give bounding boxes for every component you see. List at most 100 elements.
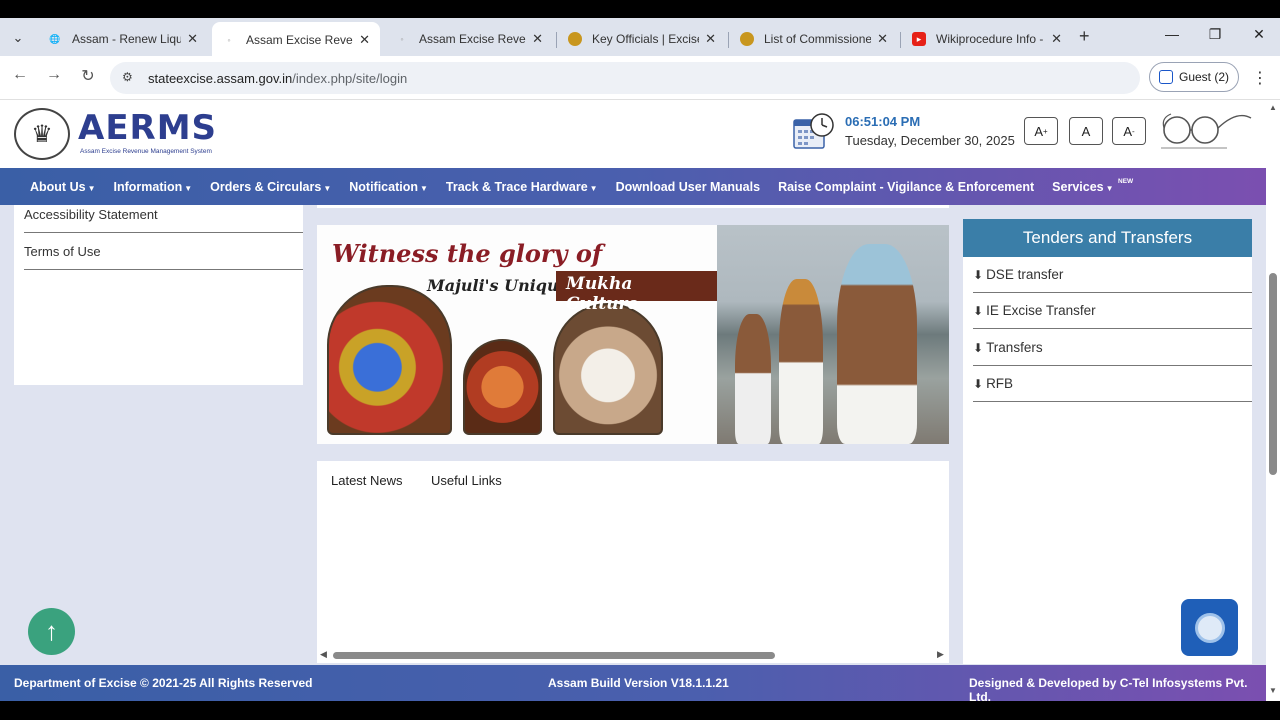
close-icon[interactable]: ✕ bbox=[359, 32, 370, 48]
tab-search-chevron-icon[interactable]: ⌄ bbox=[6, 26, 30, 50]
nav-download-user-manuals[interactable]: Download User Manuals bbox=[616, 180, 760, 194]
footer-developer: Designed & Developed by C-Tel Infosystem… bbox=[969, 676, 1248, 704]
news-panel: Latest News Useful Links bbox=[317, 461, 949, 663]
vertical-scroll-thumb[interactable] bbox=[1269, 273, 1277, 475]
banner-title-line3: Mukha Culture bbox=[556, 271, 717, 314]
nav-notification[interactable]: Notification ▼ bbox=[349, 180, 428, 194]
tab-assam-excise-active[interactable]: ◦ Assam Excise Revenue ✕ bbox=[212, 22, 380, 58]
performer-figure bbox=[735, 314, 771, 444]
scroll-down-icon[interactable]: ▼ bbox=[1269, 686, 1277, 695]
link-accessibility-statement[interactable]: Accessibility Statement bbox=[24, 207, 303, 233]
tab-wikiprocedure[interactable]: ▸ Wikiprocedure Info - ✕ bbox=[902, 22, 1072, 56]
left-links-panel: Accessibility Statement Terms of Use bbox=[14, 205, 303, 385]
close-icon[interactable]: ✕ bbox=[877, 31, 888, 47]
close-icon[interactable]: ✕ bbox=[187, 31, 198, 47]
caret-down-icon: ▼ bbox=[420, 183, 428, 193]
nav-information[interactable]: Information ▼ bbox=[113, 180, 192, 194]
caret-down-icon: ▼ bbox=[1105, 183, 1114, 193]
download-icon: ⬇ bbox=[973, 377, 984, 391]
restore-icon[interactable]: ❐ bbox=[1203, 26, 1227, 43]
scroll-left-icon[interactable]: ◀ bbox=[320, 649, 327, 660]
chatbot-button[interactable] bbox=[1181, 599, 1238, 656]
close-icon[interactable]: ✕ bbox=[1051, 31, 1062, 47]
site-info-icon[interactable]: ⚙ bbox=[122, 70, 138, 86]
tab-assam-excise-2[interactable]: ◦ Assam Excise Revenue ✕ bbox=[385, 22, 553, 56]
nav-services[interactable]: Services ▼ bbox=[1052, 180, 1113, 194]
horizontal-scroll-thumb[interactable] bbox=[333, 652, 775, 659]
link-ie-excise-transfer[interactable]: ⬇ IE Excise Transfer bbox=[973, 303, 1252, 329]
nav-track-trace-hardware[interactable]: Track & Trace Hardware ▼ bbox=[446, 180, 598, 194]
swachh-bharat-logo-icon bbox=[1161, 113, 1252, 149]
screen-bottom-bar bbox=[0, 701, 1280, 720]
caret-down-icon: ▼ bbox=[589, 183, 598, 193]
caret-down-icon: ▼ bbox=[323, 183, 332, 193]
download-icon: ⬇ bbox=[973, 304, 984, 318]
close-icon[interactable]: ✕ bbox=[532, 31, 543, 47]
mask-image bbox=[327, 285, 452, 435]
site-footer: Department of Excise © 2021-25 All Right… bbox=[0, 665, 1266, 704]
arrow-up-icon: ↑ bbox=[45, 616, 58, 646]
link-transfers[interactable]: ⬇ Transfers bbox=[973, 340, 1252, 366]
horizontal-scrollbar[interactable]: ◀ ▶ bbox=[317, 648, 949, 662]
browser-menu-icon[interactable]: ⋮ bbox=[1252, 68, 1268, 88]
address-bar[interactable]: ⚙ stateexcise.assam.gov.in/index.php/sit… bbox=[110, 62, 1140, 94]
banner-title-line1: Witness the glory of bbox=[332, 239, 603, 268]
scroll-right-icon[interactable]: ▶ bbox=[937, 649, 944, 660]
nav-orders-circulars[interactable]: Orders & Circulars ▼ bbox=[210, 180, 331, 194]
font-increase-button[interactable]: A + bbox=[1024, 117, 1058, 145]
robot-icon bbox=[1194, 612, 1225, 643]
performer-figure bbox=[779, 279, 823, 444]
footer-build-version: Assam Build Version V18.1.1.21 bbox=[548, 676, 729, 690]
link-terms-of-use[interactable]: Terms of Use bbox=[24, 244, 303, 270]
back-icon[interactable]: ← bbox=[8, 66, 32, 84]
scroll-to-top-button[interactable]: ↑ bbox=[28, 608, 75, 655]
vertical-scrollbar[interactable]: ▲ ▼ bbox=[1266, 100, 1280, 701]
majuli-mukha-banner[interactable]: Witness the glory of Majuli's Unique Muk… bbox=[317, 225, 949, 444]
tab-strip: ⌄ 🌐 Assam - Renew Liquo ✕ ◦ Assam Excise… bbox=[0, 0, 1280, 58]
performer-figure bbox=[837, 244, 917, 444]
tab-latest-news[interactable]: Latest News bbox=[331, 473, 403, 488]
scroll-up-icon[interactable]: ▲ bbox=[1269, 103, 1277, 112]
window-close-icon[interactable]: ✕ bbox=[1247, 26, 1271, 43]
tab-key-officials[interactable]: Key Officials | Excise | ✕ bbox=[558, 22, 726, 56]
forward-icon[interactable]: → bbox=[42, 66, 66, 84]
emblem-favicon-icon bbox=[568, 32, 582, 46]
nav-about-us[interactable]: About Us ▼ bbox=[30, 180, 95, 194]
globe-icon: 🌐 bbox=[49, 33, 61, 44]
banner-title-line2: Majuli's Unique bbox=[427, 276, 569, 295]
tab-list-commissioner[interactable]: List of Commissioner ✕ bbox=[730, 22, 898, 56]
browser-window: ⌄ 🌐 Assam - Renew Liquo ✕ ◦ Assam Excise… bbox=[0, 0, 1280, 720]
page-favicon-icon: ◦ bbox=[227, 35, 231, 45]
link-rfb[interactable]: ⬇ RFB bbox=[973, 376, 1252, 402]
youtube-icon: ▸ bbox=[912, 32, 926, 46]
profile-icon bbox=[1158, 70, 1173, 84]
site-logo-subtitle: Assam Excise Revenue Management System bbox=[80, 148, 212, 155]
state-emblem-icon: ♛ bbox=[14, 108, 70, 160]
new-tab-button[interactable]: + bbox=[1079, 26, 1090, 47]
banner-photo bbox=[717, 225, 949, 444]
reload-icon[interactable]: ↻ bbox=[76, 66, 100, 86]
tab-useful-links[interactable]: Useful Links bbox=[431, 473, 502, 488]
minimize-icon[interactable]: — bbox=[1160, 26, 1184, 42]
url-path: /index.php/site/login bbox=[292, 70, 408, 86]
link-dse-transfer[interactable]: ⬇ DSE transfer bbox=[973, 267, 1252, 293]
mask-image bbox=[463, 339, 542, 435]
tenders-transfers-panel: Tenders and Transfers ⬇ DSE transfer ⬇ IE … bbox=[963, 219, 1252, 664]
emblem-favicon-icon bbox=[740, 32, 754, 46]
profile-button[interactable]: Guest (2) bbox=[1149, 62, 1239, 92]
panel-title: Tenders and Transfers bbox=[963, 219, 1252, 257]
current-time: 06:51:04 PM bbox=[845, 114, 921, 129]
close-icon[interactable]: ✕ bbox=[705, 31, 716, 47]
content-top-strip bbox=[317, 205, 949, 208]
calendar-clock-icon bbox=[793, 113, 834, 149]
tab-assam-renew[interactable]: 🌐 Assam - Renew Liquo ✕ bbox=[38, 22, 208, 56]
main-navigation: About Us ▼ Information ▼ Orders & Circular… bbox=[0, 168, 1266, 205]
font-normal-button[interactable]: A bbox=[1069, 117, 1103, 145]
font-decrease-button[interactable]: A- bbox=[1112, 117, 1146, 145]
caret-down-icon: ▼ bbox=[184, 183, 193, 193]
site-logo[interactable]: AERMS bbox=[78, 108, 217, 148]
nav-raise-complaint[interactable]: Raise Complaint - Vigilance & Enforcemen… bbox=[778, 180, 1034, 194]
mask-image bbox=[553, 303, 663, 435]
new-badge: NEW bbox=[1118, 178, 1134, 185]
browser-toolbar: ← → ↻ ⚙ stateexcise.assam.gov.in/index.p… bbox=[0, 56, 1280, 100]
